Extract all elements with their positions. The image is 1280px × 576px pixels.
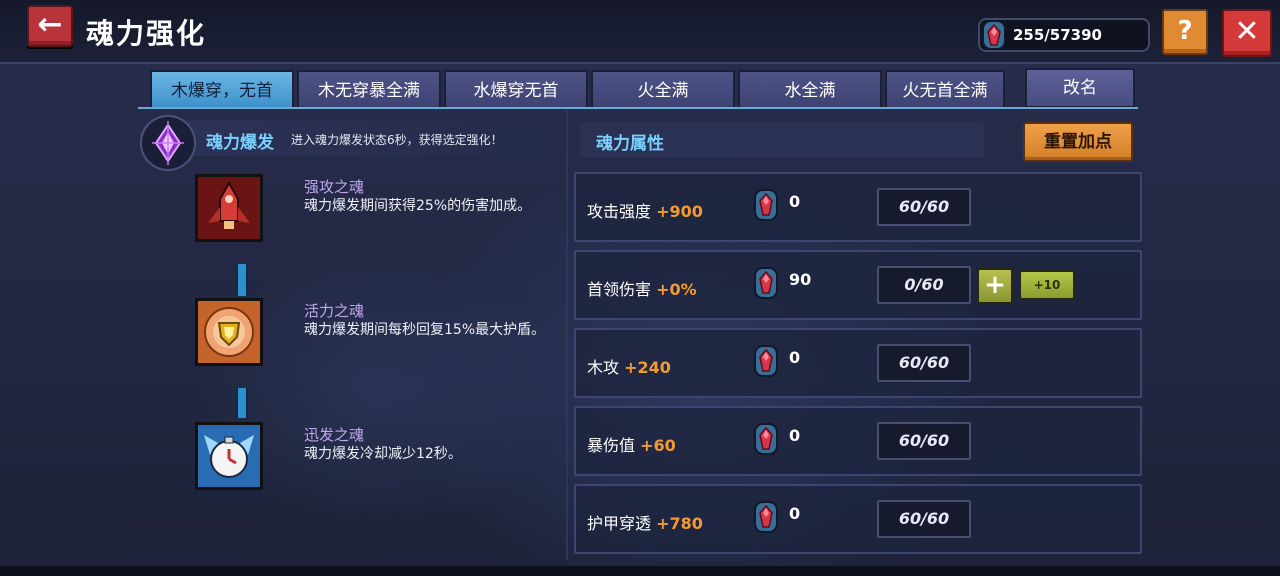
soul-item-swift[interactable]: 迅发之魂 魂力爆发冷却减少12秒。 — [195, 422, 555, 502]
attribute-row-armor-penetration: 护甲穿透 +780 0 60/60 — [574, 484, 1142, 554]
attribute-name-wrap: 首领伤害 +0% — [587, 276, 697, 300]
attribute-bonus: +60 — [640, 436, 676, 455]
attribute-name: 首领伤害 — [587, 280, 652, 299]
attribute-bonus: +240 — [624, 358, 671, 377]
attribute-name: 护甲穿透 — [587, 514, 652, 533]
attribute-row-boss-damage: 首领伤害 +0% 90 0/60 + +10 — [574, 250, 1142, 320]
add-ten-points-button[interactable]: +10 — [1019, 270, 1075, 300]
attribute-bonus: +0% — [656, 280, 697, 299]
attributes-title: 魂力属性 — [596, 134, 664, 154]
attribute-name: 木攻 — [587, 358, 620, 377]
attribute-level: 60/60 — [877, 344, 971, 382]
attribute-row-wood-attack: 木攻 +240 0 60/60 — [574, 328, 1142, 398]
help-button[interactable]: ? — [1162, 9, 1208, 55]
attribute-level: 60/60 — [877, 188, 971, 226]
attribute-row-attack-power: 攻击强度 +900 0 60/60 — [574, 172, 1142, 242]
soul-burst-icon — [140, 115, 196, 171]
tab-preset-6[interactable]: 火无首全满 — [885, 70, 1005, 108]
orange-shield-icon — [195, 298, 263, 366]
soul-gem-icon — [752, 266, 780, 304]
attribute-name: 攻击强度 — [587, 202, 652, 221]
add-point-button[interactable]: + — [977, 268, 1013, 304]
close-button[interactable]: ✕ — [1222, 9, 1272, 57]
tab-preset-5[interactable]: 水全满 — [738, 70, 882, 108]
attribute-bonus: +900 — [656, 202, 703, 221]
rename-button[interactable]: 改名 — [1025, 68, 1135, 108]
attribute-cost: 0 — [789, 504, 801, 523]
reset-points-button[interactable]: 重置加点 — [1023, 122, 1133, 162]
back-button[interactable]: ← — [27, 5, 73, 47]
attribute-level: 60/60 — [877, 500, 971, 538]
soul-description: 魂力爆发冷却减少12秒。 — [304, 446, 462, 462]
attribute-cost: 0 — [789, 192, 801, 211]
soul-item-attack[interactable]: 强攻之魂 魂力爆发期间获得25%的伤害加成。 — [195, 174, 555, 254]
soul-gem-icon — [752, 344, 780, 382]
attribute-level: 0/60 — [877, 266, 971, 304]
preset-tab-bar: 木爆穿，无首 木无穿暴全满 水爆穿无首 火全满 水全满 火无首全满 — [150, 70, 1005, 108]
attribute-name-wrap: 木攻 +240 — [587, 354, 671, 378]
tab-underline — [138, 107, 1138, 109]
soul-name: 活力之魂 — [304, 302, 365, 320]
attribute-bonus: +780 — [656, 514, 703, 533]
soul-gem-icon — [752, 422, 780, 460]
soul-gem-icon — [752, 188, 780, 226]
attribute-name: 暴伤值 — [587, 436, 636, 455]
tab-preset-3[interactable]: 水爆穿无首 — [444, 70, 588, 108]
soul-connector-2 — [236, 388, 248, 418]
soul-name: 迅发之魂 — [304, 426, 365, 444]
burst-description: 进入魂力爆发状态6秒，获得选定强化！ — [291, 133, 503, 147]
tab-preset-2[interactable]: 木无穿暴全满 — [297, 70, 441, 108]
currency-value: 255/57390 — [1013, 26, 1102, 44]
attribute-level: 60/60 — [877, 422, 971, 460]
attribute-name-wrap: 护甲穿透 +780 — [587, 510, 703, 534]
red-rocket-icon — [195, 174, 263, 242]
attribute-cost: 90 — [789, 270, 812, 289]
soul-name: 强攻之魂 — [304, 178, 365, 196]
soul-gem-icon — [752, 500, 780, 538]
soul-description: 魂力爆发期间获得25%的伤害加成。 — [304, 198, 532, 214]
soul-connector-1 — [236, 264, 248, 296]
tab-preset-1[interactable]: 木爆穿，无首 — [150, 70, 294, 108]
soul-description: 魂力爆发期间每秒回复15%最大护盾。 — [304, 322, 546, 338]
soul-gem-icon — [978, 18, 1010, 56]
attribute-cost: 0 — [789, 426, 801, 445]
burst-title: 魂力爆发 — [206, 133, 274, 153]
soul-currency-display: 255/57390 — [978, 18, 1150, 52]
attribute-name-wrap: 攻击强度 +900 — [587, 198, 703, 222]
page-title: 魂力强化 — [86, 17, 207, 50]
attribute-cost: 0 — [789, 348, 801, 367]
attribute-name-wrap: 暴伤值 +60 — [587, 432, 676, 456]
blue-clock-icon — [195, 422, 263, 490]
bottom-edge — [0, 566, 1280, 576]
soul-item-vitality[interactable]: 活力之魂 魂力爆发期间每秒回复15%最大护盾。 — [195, 298, 555, 378]
tab-preset-4[interactable]: 火全满 — [591, 70, 735, 108]
attribute-row-crit-damage: 暴伤值 +60 0 60/60 — [574, 406, 1142, 476]
